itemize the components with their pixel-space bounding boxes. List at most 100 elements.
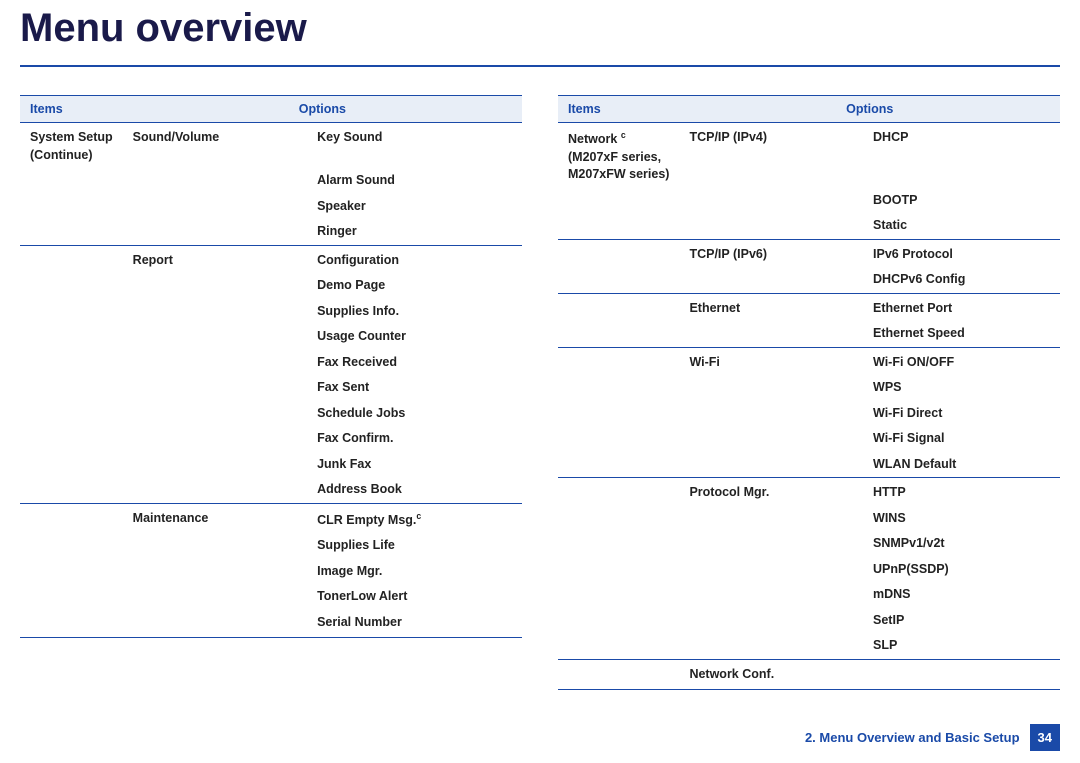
table-row: Ringer xyxy=(20,219,522,245)
right-table: Items Options Network c (M207xF series, … xyxy=(558,95,1060,690)
header-items: Items xyxy=(558,96,679,123)
table-row: Fax Received xyxy=(20,350,522,376)
sub-cell: Protocol Mgr. xyxy=(679,478,863,506)
opt-cell: CLR Empty Msg.c xyxy=(307,503,522,533)
left-table: Items Options System Setup (Continue) So… xyxy=(20,95,522,638)
sub-cell: Sound/Volume xyxy=(123,123,307,169)
table-row: Speaker xyxy=(20,194,522,220)
opt-cell: Alarm Sound xyxy=(307,168,522,194)
opt-cell: Fax Confirm. xyxy=(307,426,522,452)
opt-cell: Serial Number xyxy=(307,610,522,638)
table-row: DHCPv6 Config xyxy=(558,267,1060,293)
opt-cell: Supplies Info. xyxy=(307,299,522,325)
table-row: BOOTP xyxy=(558,188,1060,214)
opt-cell: BOOTP xyxy=(863,188,1060,214)
opt-cell: SetIP xyxy=(863,608,1060,634)
table-row: System Setup (Continue) Sound/Volume Key… xyxy=(20,123,522,169)
table-row: Static xyxy=(558,213,1060,239)
table-row: Supplies Life xyxy=(20,533,522,559)
header-options: Options xyxy=(123,96,522,123)
opt-cell: Fax Received xyxy=(307,350,522,376)
right-column: Items Options Network c (M207xF series, … xyxy=(558,95,1060,690)
table-row: Demo Page xyxy=(20,273,522,299)
opt-cell: Fax Sent xyxy=(307,375,522,401)
table-row: Wi-Fi Direct xyxy=(558,401,1060,427)
opt-cell: Junk Fax xyxy=(307,452,522,478)
opt-cell: SNMPv1/v2t xyxy=(863,531,1060,557)
table-row: Ethernet Ethernet Port xyxy=(558,293,1060,321)
opt-cell xyxy=(863,659,1060,690)
opt-cell: DHCP xyxy=(863,123,1060,188)
sub-cell: Maintenance xyxy=(123,503,307,533)
opt-cell: Image Mgr. xyxy=(307,559,522,585)
opt-cell: WINS xyxy=(863,506,1060,532)
table-row: mDNS xyxy=(558,582,1060,608)
opt-cell: Supplies Life xyxy=(307,533,522,559)
footer: 2. Menu Overview and Basic Setup 34 xyxy=(805,724,1060,751)
table-row: Wi-Fi Wi-Fi ON/OFF xyxy=(558,347,1060,375)
sub-cell: Network Conf. xyxy=(679,659,863,690)
opt-cell: WLAN Default xyxy=(863,452,1060,478)
sub-cell: Report xyxy=(123,245,307,273)
opt-cell: Demo Page xyxy=(307,273,522,299)
table-row: SNMPv1/v2t xyxy=(558,531,1060,557)
opt-cell: IPv6 Protocol xyxy=(863,239,1060,267)
table-row: TCP/IP (IPv6) IPv6 Protocol xyxy=(558,239,1060,267)
table-row: Report Configuration xyxy=(20,245,522,273)
opt-cell: UPnP(SSDP) xyxy=(863,557,1060,583)
opt-cell: HTTP xyxy=(863,478,1060,506)
opt-cell: Ethernet Port xyxy=(863,293,1060,321)
table-row: TonerLow Alert xyxy=(20,584,522,610)
item-cell: System Setup (Continue) xyxy=(20,123,123,169)
page-title: Menu overview xyxy=(20,0,1060,67)
header-row: Items Options xyxy=(20,96,522,123)
opt-cell: Usage Counter xyxy=(307,324,522,350)
table-row: Network c (M207xF series, M207xFW series… xyxy=(558,123,1060,188)
table-row: Image Mgr. xyxy=(20,559,522,585)
table-row: Address Book xyxy=(20,477,522,503)
table-row: SetIP xyxy=(558,608,1060,634)
opt-cell: WPS xyxy=(863,375,1060,401)
item-cell: Network c (M207xF series, M207xFW series… xyxy=(558,123,679,188)
opt-cell: Schedule Jobs xyxy=(307,401,522,427)
table-row: WINS xyxy=(558,506,1060,532)
table-row: UPnP(SSDP) xyxy=(558,557,1060,583)
table-row: Alarm Sound xyxy=(20,168,522,194)
table-row: Network Conf. xyxy=(558,659,1060,690)
page-number: 34 xyxy=(1030,724,1060,751)
opt-cell: Wi-Fi Signal xyxy=(863,426,1060,452)
opt-cell: Static xyxy=(863,213,1060,239)
opt-cell: Ringer xyxy=(307,219,522,245)
sub-cell: Wi-Fi xyxy=(679,347,863,375)
sub-cell: TCP/IP (IPv6) xyxy=(679,239,863,267)
footer-chapter: 2. Menu Overview and Basic Setup xyxy=(805,730,1020,745)
opt-cell: mDNS xyxy=(863,582,1060,608)
table-row: Supplies Info. xyxy=(20,299,522,325)
opt-cell: TonerLow Alert xyxy=(307,584,522,610)
table-row: Fax Sent xyxy=(20,375,522,401)
opt-cell: DHCPv6 Config xyxy=(863,267,1060,293)
sub-cell: Ethernet xyxy=(679,293,863,321)
header-options: Options xyxy=(679,96,1060,123)
opt-cell: SLP xyxy=(863,633,1060,659)
opt-cell: Ethernet Speed xyxy=(863,321,1060,347)
opt-cell: Key Sound xyxy=(307,123,522,169)
table-row: Usage Counter xyxy=(20,324,522,350)
sub-cell: TCP/IP (IPv4) xyxy=(679,123,863,188)
opt-cell: Wi-Fi ON/OFF xyxy=(863,347,1060,375)
table-row: Protocol Mgr. HTTP xyxy=(558,478,1060,506)
content: Items Options System Setup (Continue) So… xyxy=(20,67,1060,690)
table-row: Wi-Fi Signal xyxy=(558,426,1060,452)
table-row: WPS xyxy=(558,375,1060,401)
table-row: WLAN Default xyxy=(558,452,1060,478)
table-row: SLP xyxy=(558,633,1060,659)
table-row: Fax Confirm. xyxy=(20,426,522,452)
table-row: Maintenance CLR Empty Msg.c xyxy=(20,503,522,533)
opt-cell: Speaker xyxy=(307,194,522,220)
left-column: Items Options System Setup (Continue) So… xyxy=(20,95,522,690)
table-row: Junk Fax xyxy=(20,452,522,478)
header-row: Items Options xyxy=(558,96,1060,123)
table-row: Ethernet Speed xyxy=(558,321,1060,347)
opt-cell: Wi-Fi Direct xyxy=(863,401,1060,427)
table-row: Schedule Jobs xyxy=(20,401,522,427)
